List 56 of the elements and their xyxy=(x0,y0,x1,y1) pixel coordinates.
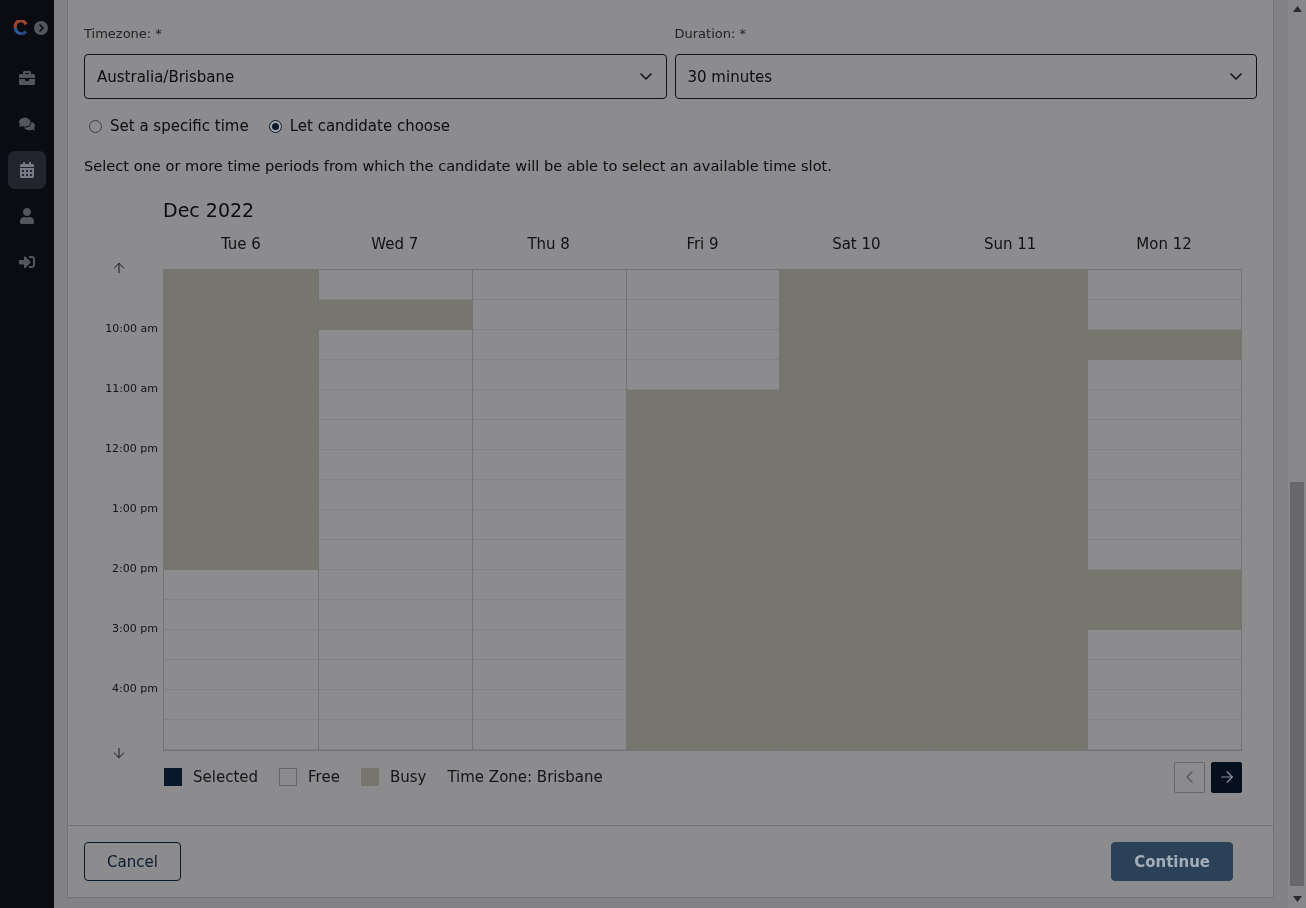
scroll-up-icon[interactable] xyxy=(1292,6,1302,12)
day-header: Sat 10 xyxy=(832,235,881,253)
calendar-slot[interactable] xyxy=(164,540,318,570)
day-header: Wed 7 xyxy=(371,235,419,253)
calendar-slot[interactable] xyxy=(780,720,934,750)
chevron-down-icon xyxy=(1230,73,1242,80)
chevron-left-icon xyxy=(1186,771,1193,783)
radio-label[interactable]: Let candidate choose xyxy=(289,117,451,135)
time-label: 12:00 pm xyxy=(105,441,158,457)
day-header: Sun 11 xyxy=(984,235,1037,253)
person-icon xyxy=(19,208,35,224)
duration-select[interactable]: 30 minutes xyxy=(674,54,1257,99)
calendar-slot[interactable] xyxy=(934,720,1088,750)
day-header: Mon 12 xyxy=(1136,235,1192,253)
radio-button[interactable] xyxy=(268,119,282,133)
calendar-slot[interactable] xyxy=(164,270,318,300)
field-label: Duration: * xyxy=(674,26,746,42)
timezone-note: Time Zone: Brisbane xyxy=(447,768,603,786)
chevron-down-icon xyxy=(639,73,652,80)
calendar-slot[interactable] xyxy=(318,300,472,330)
radio-label[interactable]: Set a specific time xyxy=(110,117,249,135)
briefcase-icon xyxy=(19,70,35,86)
time-label: 4:00 pm xyxy=(112,681,158,697)
calendar-slot[interactable] xyxy=(934,270,1088,300)
calendar-slot[interactable] xyxy=(1088,330,1241,360)
timezone-select[interactable]: Australia/Brisbane xyxy=(84,54,667,99)
calendar-icon xyxy=(19,162,35,178)
time-label: 1:00 pm xyxy=(112,501,158,517)
next-week-button[interactable] xyxy=(1211,761,1242,793)
legend-label: Busy xyxy=(389,768,427,786)
field-label: Timezone: * xyxy=(84,26,162,42)
calendar-slot[interactable] xyxy=(1088,570,1241,600)
time-label: 10:00 am xyxy=(105,321,158,337)
day-header: Thu 8 xyxy=(527,235,570,253)
sidebar-nav-button[interactable] xyxy=(8,151,46,189)
legend-label: Selected xyxy=(193,768,259,786)
calendar-slot[interactable] xyxy=(626,390,780,420)
month-title: Dec 2022 xyxy=(163,198,255,222)
scroll-down-icon[interactable] xyxy=(1292,896,1302,902)
time-label: 2:00 pm xyxy=(112,561,158,577)
chevron-right-icon xyxy=(38,24,44,32)
time-label: 3:00 pm xyxy=(112,621,158,637)
expand-sidebar-button[interactable] xyxy=(34,21,48,35)
instructions-text: Select one or more time periods from which the candidate will be able to select an available time slot. xyxy=(84,156,832,176)
chat-bubbles-icon xyxy=(19,116,35,132)
time-label: 11:00 am xyxy=(105,381,158,397)
cancel-button[interactable]: Cancel xyxy=(84,842,181,881)
legend-label: Free xyxy=(308,768,340,786)
day-header: Fri 9 xyxy=(686,235,719,253)
sign-in-icon xyxy=(19,254,35,270)
calendar-slot[interactable] xyxy=(780,270,934,300)
scrollbar-thumb[interactable] xyxy=(1290,482,1304,886)
scrollbar[interactable] xyxy=(1288,0,1306,908)
calendar-slot[interactable] xyxy=(626,720,780,750)
day-header: Tue 6 xyxy=(220,235,261,253)
calendar-slot[interactable] xyxy=(1088,600,1241,630)
